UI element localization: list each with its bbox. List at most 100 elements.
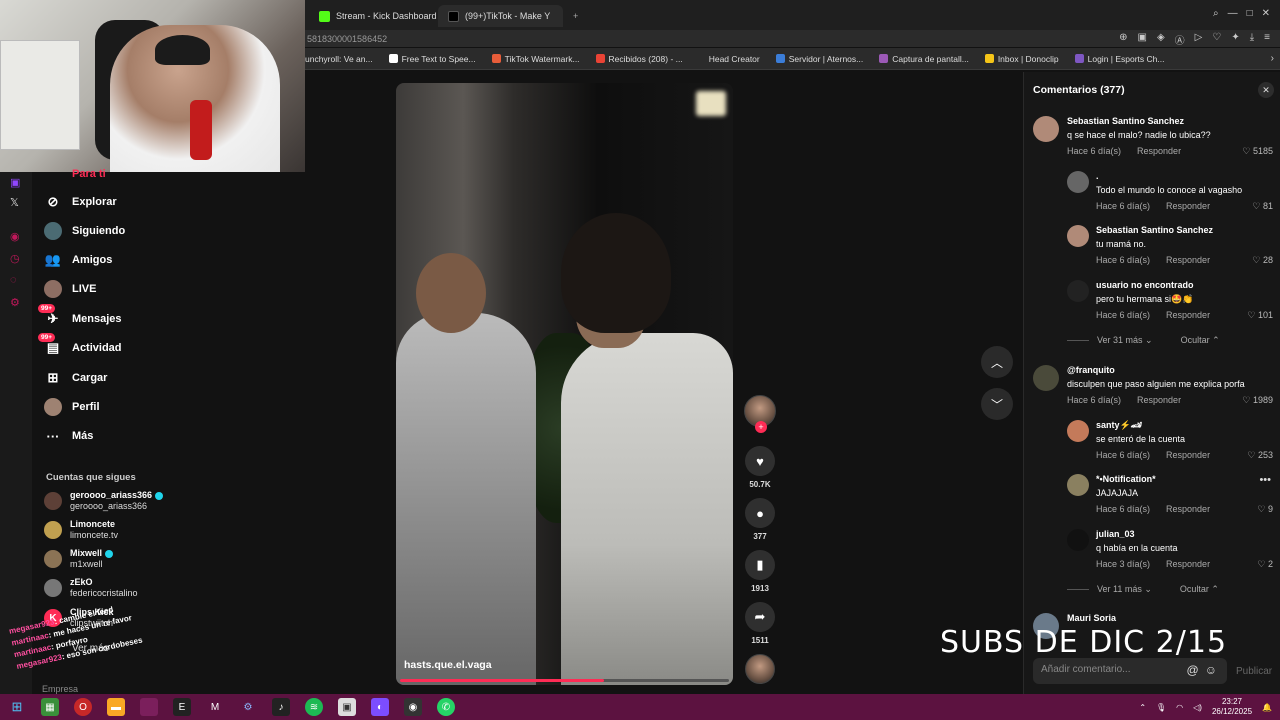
- chevron-right-icon[interactable]: ›: [1271, 53, 1274, 64]
- bookmark-gmail[interactable]: Recibidos (208) - ...: [595, 54, 683, 64]
- app-icon[interactable]: M: [206, 698, 224, 716]
- tab-kick-dashboard[interactable]: Stream - Kick Dashboard: [309, 5, 447, 27]
- history-icon[interactable]: ◷: [10, 252, 20, 265]
- close-icon[interactable]: ✕: [1262, 8, 1270, 19]
- previous-video-button[interactable]: ︿: [981, 346, 1013, 378]
- nav-para-ti[interactable]: Para ti: [44, 164, 106, 184]
- view-more-replies-button[interactable]: Ver 31 más ⌄: [1097, 335, 1153, 346]
- hide-replies-button[interactable]: Ocultar ⌃: [1181, 335, 1220, 346]
- follow-plus-icon[interactable]: +: [755, 421, 767, 433]
- chat-icon[interactable]: ◌: [10, 274, 17, 286]
- mic-icon[interactable]: 🎙: [1156, 703, 1166, 712]
- save-button[interactable]: ▮ 1913: [740, 550, 780, 593]
- file-explorer-icon[interactable]: ▬: [107, 698, 125, 716]
- nav-mensajes[interactable]: ✈ 99+ Mensajes: [38, 304, 122, 329]
- nav-amigos[interactable]: 👥 Amigos: [44, 250, 112, 270]
- close-comments-button[interactable]: ✕: [1258, 82, 1274, 98]
- video-progress-bar[interactable]: [400, 679, 729, 682]
- hide-replies-button[interactable]: Ocultar ⌃: [1180, 584, 1219, 595]
- new-tab-button[interactable]: +: [563, 5, 588, 27]
- tiktok-taskbar-icon[interactable]: ♪: [272, 698, 290, 716]
- clock[interactable]: 23:27 26/12/2025: [1212, 697, 1252, 717]
- comment-like-button[interactable]: ♡ 253: [1247, 450, 1273, 461]
- avatar[interactable]: [1067, 474, 1089, 496]
- avatar[interactable]: [1067, 171, 1089, 193]
- puzzle-icon[interactable]: ✦: [1231, 32, 1239, 47]
- shield-icon[interactable]: ◈: [1157, 32, 1165, 47]
- next-video-button[interactable]: ﹀: [981, 388, 1013, 420]
- following-account[interactable]: geroooo_ariass366 geroooo_ariass366: [44, 490, 164, 512]
- nav-mas[interactable]: ··· Más: [44, 426, 94, 446]
- video-caption[interactable]: hasts.que.el.vaga: [404, 659, 492, 671]
- reply-button[interactable]: Responder: [1137, 146, 1181, 156]
- x-icon[interactable]: 𝕏: [10, 196, 19, 209]
- nav-actividad[interactable]: ▤ 99+ Actividad: [38, 333, 122, 358]
- video-player[interactable]: hasts.que.el.vaga: [396, 83, 733, 685]
- following-account[interactable]: Limoncete limoncete.tv: [44, 519, 118, 541]
- steam-icon[interactable]: ⚙: [239, 698, 257, 716]
- avatar[interactable]: [1067, 420, 1089, 442]
- sound-avatar[interactable]: [740, 654, 780, 684]
- wifi-icon[interactable]: ◠: [1176, 703, 1183, 712]
- bookmark-tts[interactable]: Free Text to Spee...: [388, 54, 476, 64]
- record-icon[interactable]: ◉: [10, 230, 20, 243]
- post-comment-button[interactable]: Publicar: [1236, 666, 1272, 677]
- view-more-replies-button[interactable]: Ver 11 más ⌄: [1097, 584, 1152, 595]
- app-icon[interactable]: [140, 698, 158, 716]
- nav-cargar[interactable]: ⊞ Cargar: [44, 368, 108, 388]
- emoji-icon[interactable]: ☺: [1205, 663, 1223, 677]
- volume-icon[interactable]: ◁): [1193, 703, 1202, 712]
- whatsapp-icon[interactable]: ✆: [437, 698, 455, 716]
- comment-like-button[interactable]: ♡ 1989: [1242, 395, 1273, 406]
- comment-like-button[interactable]: ♡ 28: [1252, 255, 1273, 266]
- following-account[interactable]: zEkO federicocristalino: [44, 577, 138, 599]
- bookmark-aternos[interactable]: Servidor | Aternos...: [775, 54, 863, 64]
- reply-button[interactable]: Responder: [1166, 201, 1210, 211]
- bookmark-head-creator[interactable]: Head Creator: [709, 54, 760, 64]
- like-button[interactable]: ♥ 50.7K: [740, 446, 780, 489]
- window-icon[interactable]: ▣: [338, 698, 356, 716]
- tab-tiktok[interactable]: (99+)TikTok - Make Y: [438, 5, 563, 27]
- notification-icon[interactable]: 🔔: [1262, 703, 1272, 712]
- heart-icon[interactable]: ♡: [1212, 32, 1221, 47]
- store-icon[interactable]: ▦: [41, 698, 59, 716]
- reply-button[interactable]: Responder: [1137, 395, 1181, 405]
- avatar[interactable]: [1067, 280, 1089, 302]
- bookmark-screenshot[interactable]: Captura de pantall...: [879, 54, 969, 64]
- comment-input[interactable]: Añadir comentario... @☺: [1033, 658, 1227, 684]
- nav-live[interactable]: LIVE: [44, 279, 96, 299]
- comment-like-button[interactable]: ♡ 81: [1252, 201, 1273, 212]
- search-icon[interactable]: ⌕: [1213, 8, 1219, 19]
- translate-icon[interactable]: Ⓐ: [1175, 32, 1185, 47]
- settings-icon[interactable]: ⚙: [10, 296, 20, 309]
- bookmark-crunchyroll[interactable]: unchyroll: Ve an...: [305, 54, 373, 64]
- comment-like-button[interactable]: ♡ 2: [1257, 559, 1273, 570]
- nav-perfil[interactable]: Perfil: [44, 397, 100, 417]
- avatar[interactable]: [1033, 116, 1059, 142]
- more-options-icon[interactable]: •••: [1259, 474, 1271, 486]
- creator-avatar[interactable]: +: [740, 395, 780, 433]
- avatar[interactable]: [1067, 225, 1089, 247]
- address-bar[interactable]: 5818300001586452 ⊕ ▣ ◈ Ⓐ ▷ ♡ ✦ ⤓ ≡: [305, 30, 1280, 47]
- comment-like-button[interactable]: ♡ 5185: [1242, 146, 1273, 157]
- bookmark-donoclip[interactable]: Inbox | Donoclip: [984, 54, 1059, 64]
- company-link[interactable]: Empresa: [42, 684, 78, 694]
- obs-icon[interactable]: ◉: [404, 698, 422, 716]
- screenshot-icon[interactable]: ▣: [1138, 32, 1147, 47]
- discord-icon[interactable]: ◐: [371, 698, 389, 716]
- share-button[interactable]: ➦ 1511: [740, 602, 780, 645]
- opera-icon[interactable]: O: [74, 698, 92, 716]
- reply-button[interactable]: Responder: [1166, 310, 1210, 320]
- twitch-icon[interactable]: ▣: [10, 176, 20, 189]
- bookmark-esports[interactable]: Login | Esports Ch...: [1074, 54, 1164, 64]
- download-icon[interactable]: ⤓: [1250, 32, 1254, 47]
- reply-button[interactable]: Responder: [1166, 255, 1210, 265]
- avatar[interactable]: [1033, 365, 1059, 391]
- comment-like-button[interactable]: ♡ 101: [1247, 310, 1273, 321]
- play-icon[interactable]: ▷: [1195, 32, 1203, 47]
- reply-button[interactable]: Responder: [1166, 504, 1210, 514]
- nav-explorar[interactable]: ⊘ Explorar: [44, 192, 117, 212]
- epic-games-icon[interactable]: E: [173, 698, 191, 716]
- nav-siguiendo[interactable]: Siguiendo: [44, 221, 125, 241]
- comment-like-button[interactable]: ♡ 9: [1257, 504, 1273, 515]
